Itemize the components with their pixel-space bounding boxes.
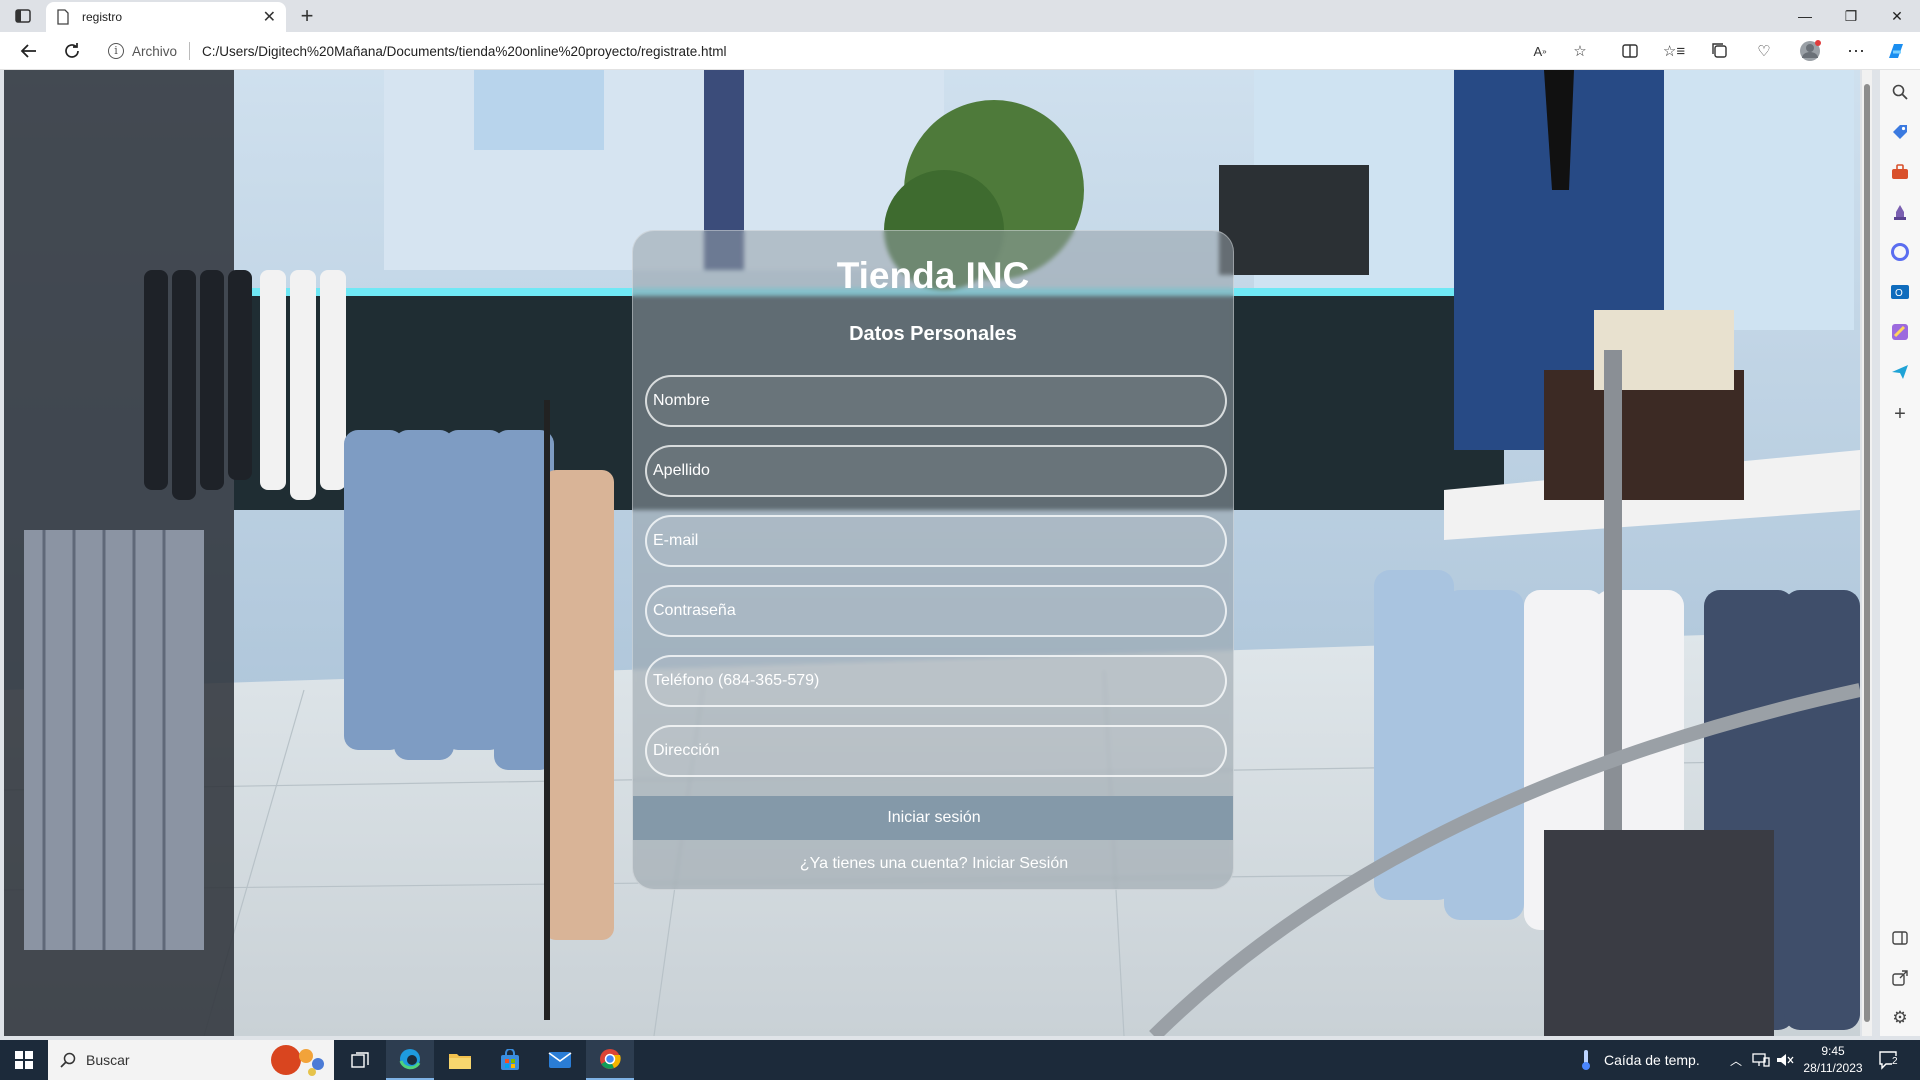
clock-date: 28/11/2023 bbox=[1803, 1061, 1863, 1075]
file-explorer-icon[interactable] bbox=[436, 1040, 484, 1080]
phone-input[interactable] bbox=[645, 655, 1227, 707]
document-icon bbox=[57, 9, 69, 25]
mail-icon[interactable] bbox=[536, 1040, 584, 1080]
external-link-icon[interactable] bbox=[1888, 966, 1912, 990]
address-toolbar: i Archivo C:/Users/Digitech%20Mañana/Doc… bbox=[0, 32, 1920, 70]
address-protocol: Archivo bbox=[132, 43, 178, 59]
task-view-icon[interactable] bbox=[336, 1040, 384, 1080]
collections-icon[interactable] bbox=[1708, 39, 1732, 63]
taskbar-search[interactable]: Buscar bbox=[48, 1040, 334, 1080]
more-options-icon[interactable]: ⋯ bbox=[1844, 39, 1868, 63]
add-icon[interactable]: + bbox=[1888, 402, 1912, 426]
favorite-star-icon[interactable]: ☆ bbox=[1568, 39, 1592, 63]
vertical-scrollbar[interactable] bbox=[1862, 70, 1872, 1036]
tab-title: registro bbox=[82, 10, 123, 24]
tab-actions-icon[interactable] bbox=[12, 6, 34, 26]
taskbar: Buscar Caída de temp. ︿ 9:45 28/11/2023 … bbox=[0, 1040, 1920, 1080]
edge-taskbar-icon[interactable] bbox=[386, 1040, 434, 1080]
search-label: Buscar bbox=[86, 1052, 130, 1068]
url-text[interactable]: C:/Users/Digitech%20Mañana/Documents/tie… bbox=[202, 44, 727, 59]
back-icon[interactable] bbox=[16, 39, 40, 63]
send-icon[interactable] bbox=[1888, 360, 1912, 384]
tools-icon[interactable] bbox=[1888, 160, 1912, 184]
chrome-icon[interactable] bbox=[586, 1040, 634, 1080]
refresh-icon[interactable] bbox=[60, 39, 84, 63]
browser-essentials-icon[interactable]: ♡ bbox=[1752, 39, 1776, 63]
search-highlight-icon bbox=[271, 1045, 324, 1076]
outlook-icon[interactable]: O bbox=[1888, 280, 1912, 304]
address-separator bbox=[189, 42, 191, 60]
favorites-icon[interactable]: ☆≡ bbox=[1662, 39, 1686, 63]
form-subtitle: Datos Personales bbox=[849, 323, 1017, 345]
login-link[interactable]: ¿Ya tienes una cuenta? Iniciar Sesión bbox=[633, 855, 1233, 873]
clock-time: 9:45 bbox=[1821, 1044, 1845, 1058]
submit-button[interactable]: Iniciar sesión bbox=[633, 796, 1233, 840]
restore-button[interactable]: ❐ bbox=[1828, 0, 1874, 32]
tab-bar: registro ✕ + — ❐ ✕ bbox=[0, 0, 1920, 32]
split-screen-icon[interactable] bbox=[1618, 39, 1642, 63]
store-icon[interactable] bbox=[486, 1040, 534, 1080]
edge-sidebar: O + ⚙ bbox=[1880, 70, 1920, 1036]
store-title: Tienda INC bbox=[836, 255, 1030, 296]
search-icon bbox=[60, 1052, 76, 1068]
windows-start-icon[interactable] bbox=[0, 1040, 48, 1080]
new-tab-button[interactable]: + bbox=[296, 4, 318, 28]
address-bar[interactable]: i Archivo C:/Users/Digitech%20Mañana/Doc… bbox=[108, 37, 1608, 65]
scrollbar-thumb[interactable] bbox=[1864, 84, 1870, 1022]
address-input[interactable] bbox=[645, 725, 1227, 777]
show-hidden-icons-icon[interactable]: ︿ bbox=[1730, 1040, 1742, 1080]
email-input[interactable] bbox=[645, 515, 1227, 567]
registration-form: Tienda INC Datos Personales Iniciar sesi… bbox=[632, 230, 1234, 890]
settings-gear-icon[interactable]: ⚙ bbox=[1888, 1006, 1912, 1030]
system-clock[interactable]: 9:45 28/11/2023 bbox=[1800, 1043, 1866, 1077]
profile-avatar[interactable] bbox=[1798, 39, 1822, 63]
thermometer-icon bbox=[1582, 1050, 1590, 1070]
password-input[interactable] bbox=[645, 585, 1227, 637]
apellido-input[interactable] bbox=[645, 445, 1227, 497]
designer-icon[interactable] bbox=[1888, 320, 1912, 344]
weather-text: Caída de temp. bbox=[1604, 1052, 1700, 1068]
info-icon[interactable]: i bbox=[108, 43, 124, 59]
tab-registro[interactable]: registro ✕ bbox=[46, 2, 286, 32]
read-aloud-icon[interactable]: A» bbox=[1528, 39, 1552, 63]
shopping-tag-icon[interactable] bbox=[1888, 120, 1912, 144]
svg-text:O: O bbox=[1895, 288, 1903, 299]
volume-muted-icon[interactable] bbox=[1776, 1040, 1794, 1080]
network-icon[interactable] bbox=[1752, 1040, 1770, 1080]
close-tab-icon[interactable]: ✕ bbox=[263, 7, 276, 27]
nombre-input[interactable] bbox=[645, 375, 1227, 427]
notification-count: 2 bbox=[1892, 1056, 1898, 1067]
sidebar-layout-icon[interactable] bbox=[1888, 926, 1912, 950]
notifications-icon[interactable]: 2 bbox=[1878, 1040, 1900, 1080]
copilot-icon[interactable] bbox=[1884, 39, 1908, 63]
minimize-button[interactable]: — bbox=[1782, 0, 1828, 32]
games-icon[interactable] bbox=[1888, 200, 1912, 224]
microsoft365-icon[interactable] bbox=[1888, 240, 1912, 264]
weather-widget[interactable]: Caída de temp. bbox=[1580, 1040, 1700, 1080]
close-window-button[interactable]: ✕ bbox=[1874, 0, 1920, 32]
search-icon[interactable] bbox=[1888, 80, 1912, 104]
